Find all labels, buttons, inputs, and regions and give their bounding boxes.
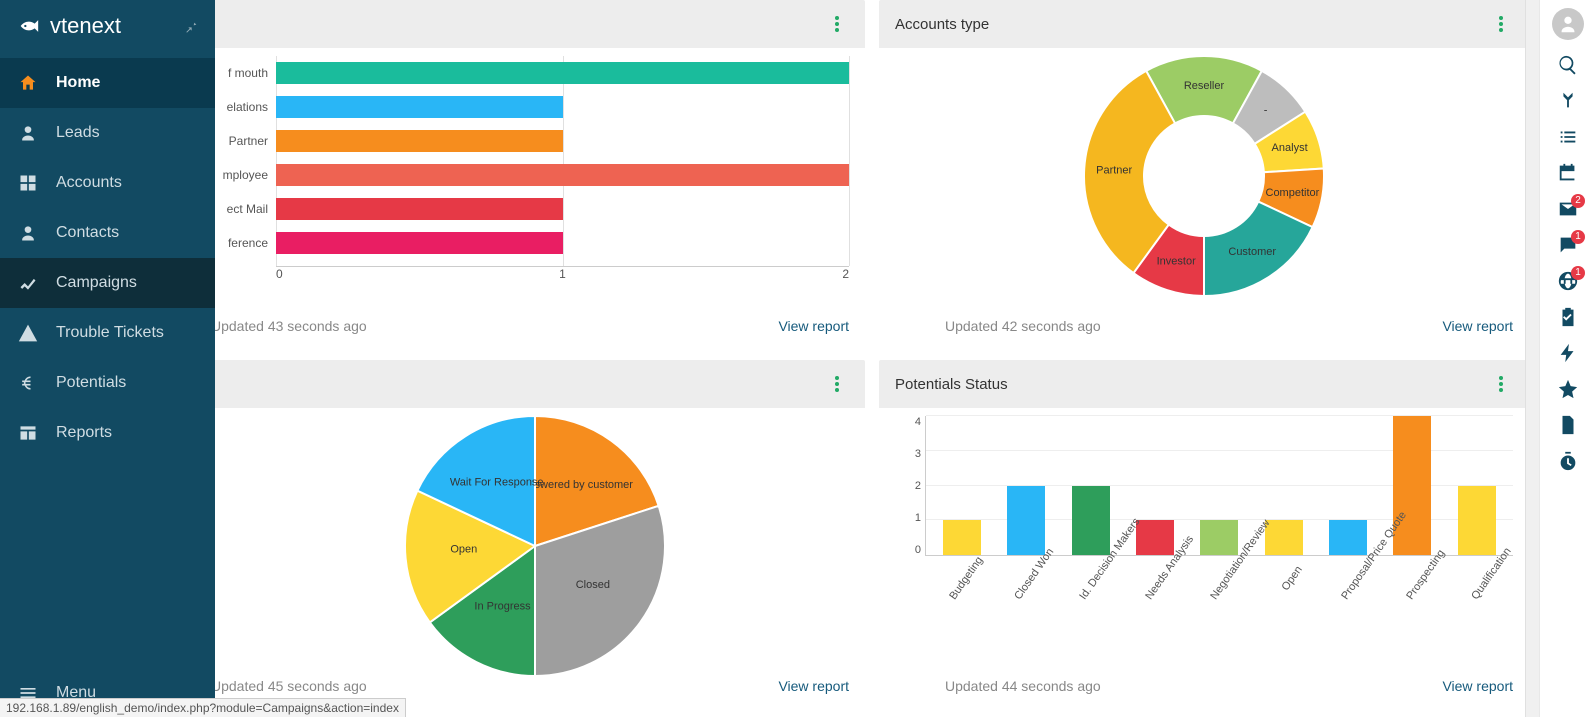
svg-text:Open: Open [450, 544, 477, 556]
card-body: 01234BudgetingClosed WonId. Decision Mak… [879, 408, 1529, 688]
card-potentials-status: Potentials Status 01234BudgetingClosed W… [879, 360, 1529, 706]
nav-accounts[interactable]: Accounts [0, 158, 215, 208]
card-body: f mouthelationsPartnermployeeect Mailfer… [215, 48, 865, 308]
card-header: Potentials Status [879, 360, 1529, 408]
pie-chart: Answered by customerClosedIn ProgressOpe… [221, 416, 849, 676]
timer-icon[interactable] [1557, 450, 1579, 472]
card-menu-button[interactable] [825, 12, 849, 36]
nav-label: Leads [56, 124, 100, 142]
svg-text:Partner: Partner [1096, 164, 1132, 176]
euro-icon [18, 373, 38, 393]
branch-icon[interactable] [1557, 90, 1579, 112]
fish-icon [16, 12, 44, 40]
search-icon[interactable] [1557, 54, 1579, 76]
updated-text: Updated 42 seconds ago [895, 318, 1101, 334]
avatar-icon [1557, 13, 1579, 35]
nav-tickets[interactable]: Trouble Tickets [0, 308, 215, 358]
svg-text:Investor: Investor [1157, 256, 1196, 268]
calendar-icon[interactable] [1557, 162, 1579, 184]
nav-label: Trouble Tickets [56, 324, 164, 342]
card-body: Answered by customerClosedIn ProgressOpe… [215, 408, 865, 688]
right-rail: 2 1 1 [1539, 0, 1595, 717]
clipboard-check-icon[interactable] [1557, 306, 1579, 328]
card-header [215, 360, 865, 408]
person-icon [18, 123, 38, 143]
hbar-chart: f mouthelationsPartnermployeeect Mailfer… [221, 56, 849, 286]
home-icon [18, 73, 38, 93]
svg-text:-: - [1264, 104, 1268, 116]
avatar[interactable] [1552, 8, 1584, 40]
card-lead-source: f mouthelationsPartnermployeeect Mailfer… [215, 0, 865, 346]
view-report-link[interactable]: View report [778, 318, 849, 334]
nav-potentials[interactable]: Potentials [0, 358, 215, 408]
brand-text: vtenext [50, 13, 121, 39]
badge: 2 [1571, 194, 1585, 208]
nav-label: Reports [56, 424, 112, 442]
warning-icon [18, 323, 38, 343]
dots-icon [835, 16, 839, 32]
nav-campaigns[interactable]: Campaigns [0, 258, 215, 308]
card-menu-button[interactable] [1489, 372, 1513, 396]
card-header: Accounts type [879, 0, 1529, 48]
list-icon[interactable] [1557, 126, 1579, 148]
card-menu-button[interactable] [825, 372, 849, 396]
nav-home[interactable]: Home [0, 58, 215, 108]
dots-icon [835, 376, 839, 392]
card-title: Accounts type [895, 16, 989, 33]
updated-text: Updated 43 seconds ago [215, 318, 367, 334]
svg-text:Reseller: Reseller [1184, 80, 1225, 92]
nav-label: Campaigns [56, 274, 137, 292]
bolt-icon[interactable] [1557, 342, 1579, 364]
svg-text:In Progress: In Progress [474, 601, 531, 613]
nav-label: Home [56, 74, 100, 92]
badge: 1 [1571, 230, 1585, 244]
nav-label: Accounts [56, 174, 122, 192]
card-accounts-type: Accounts type Reseller - Analyst Competitor… [879, 0, 1529, 346]
nav-label: Contacts [56, 224, 119, 242]
badge: 1 [1571, 266, 1585, 280]
dashboard-grid: f mouthelationsPartnermployeeect Mailfer… [215, 0, 1539, 717]
document-icon[interactable] [1557, 414, 1579, 436]
main: f mouthelationsPartnermployeeect Mailfer… [215, 0, 1595, 717]
card-footer: Updated 43 seconds ago View report [215, 308, 865, 346]
chart-icon [18, 273, 38, 293]
scrollbar[interactable] [1525, 0, 1539, 717]
view-report-link[interactable]: View report [1442, 318, 1513, 334]
person-icon [18, 223, 38, 243]
sidebar: vtenext Home Leads Accounts Contacts [0, 0, 215, 717]
nav-leads[interactable]: Leads [0, 108, 215, 158]
nav-label: Potentials [56, 374, 126, 392]
card-menu-button[interactable] [1489, 12, 1513, 36]
donut-chart: Reseller - Analyst Competitor Customer Invest… [895, 56, 1513, 296]
grid-icon [18, 173, 38, 193]
nav-contacts[interactable]: Contacts [0, 208, 215, 258]
card-footer: Updated 42 seconds ago View report [879, 308, 1529, 346]
svg-text:Competitor: Competitor [1266, 187, 1320, 199]
card-title: Potentials Status [895, 376, 1008, 393]
svg-text:Analyst: Analyst [1272, 142, 1308, 154]
card-body: Reseller - Analyst Competitor Customer Invest… [879, 48, 1529, 308]
svg-text:Wait For Response: Wait For Response [450, 477, 544, 489]
dots-icon [1499, 16, 1503, 32]
table-icon [18, 423, 38, 443]
card-ticket-status: Answered by customerClosedIn ProgressOpe… [215, 360, 865, 706]
brand-logo[interactable]: vtenext [16, 12, 121, 40]
vbar-chart: 01234BudgetingClosed WonId. Decision Mak… [895, 416, 1513, 676]
star-icon[interactable] [1557, 378, 1579, 400]
nav: Home Leads Accounts Contacts Campaigns T… [0, 58, 215, 669]
nav-reports[interactable]: Reports [0, 408, 215, 458]
dots-icon [1499, 376, 1503, 392]
status-bar-url: 192.168.1.89/english_demo/index.php?modu… [0, 698, 406, 717]
logo-row: vtenext [0, 0, 215, 58]
card-header [215, 0, 865, 48]
svg-text:Customer: Customer [1228, 246, 1276, 258]
pin-icon[interactable] [183, 18, 199, 34]
svg-text:Closed: Closed [576, 579, 610, 591]
